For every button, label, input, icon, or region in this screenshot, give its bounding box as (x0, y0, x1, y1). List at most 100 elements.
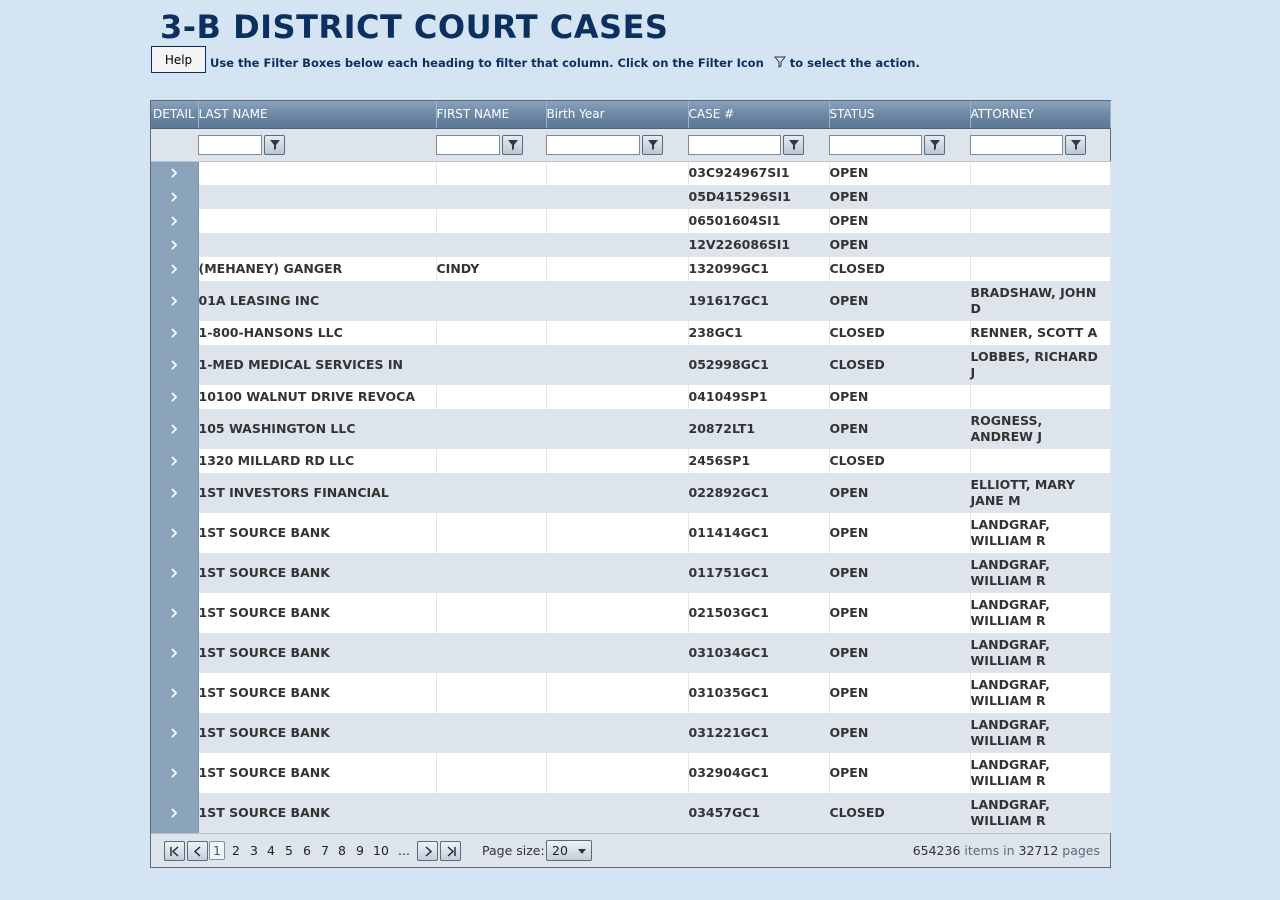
prev-page-button[interactable] (187, 841, 208, 861)
table-row: 105 WASHINGTON LLC 20872LT1 OPEN ROGNESS… (151, 409, 1111, 449)
status-cell: OPEN (829, 593, 971, 633)
detail-expand-button[interactable] (151, 633, 199, 673)
first-name-cell (436, 593, 547, 633)
page-number[interactable]: 4 (267, 843, 275, 858)
table-row: 1ST SOURCE BANK 011414GC1 OPEN LANDGRAF,… (151, 513, 1111, 553)
detail-expand-button[interactable] (151, 673, 199, 713)
page-number[interactable]: 10 (373, 843, 389, 858)
page-number[interactable]: 2 (232, 843, 240, 858)
chevron-right-icon (171, 392, 178, 402)
chevron-right-icon (171, 360, 178, 370)
status-cell: OPEN (829, 673, 971, 713)
detail-expand-button[interactable] (151, 257, 199, 281)
last-name-cell: 10100 WALNUT DRIVE REVOCA (198, 385, 437, 409)
attorney-filter-input[interactable] (970, 134, 1063, 155)
birth-year-filter-button[interactable] (642, 134, 663, 155)
column-header-birth-year[interactable]: Birth Year (546, 101, 689, 129)
cases-grid: DETAIL LAST NAME FIRST NAME Birth Year C… (150, 100, 1111, 868)
attorney-cell: LANDGRAF, WILLIAM R (970, 593, 1111, 633)
detail-expand-button[interactable] (151, 209, 199, 233)
status-filter-input[interactable] (829, 134, 922, 155)
page-number[interactable]: 3 (250, 843, 258, 858)
instructions: Use the Filter Boxes below each heading … (210, 56, 920, 70)
status-cell: CLOSED (829, 345, 971, 385)
attorney-cell: LANDGRAF, WILLIAM R (970, 753, 1111, 793)
column-header-status[interactable]: STATUS (829, 101, 971, 129)
chevron-right-icon (171, 768, 178, 778)
detail-expand-button[interactable] (151, 161, 199, 185)
attorney-cell (970, 385, 1111, 409)
last-name-cell: 1ST SOURCE BANK (198, 673, 437, 713)
page-number[interactable]: 8 (338, 843, 346, 858)
detail-expand-button[interactable] (151, 233, 199, 257)
case-number-cell: 2456SP1 (688, 449, 830, 473)
status-cell: OPEN (829, 409, 971, 449)
last-name-cell: 105 WASHINGTON LLC (198, 409, 437, 449)
last-name-cell: 1ST SOURCE BANK (198, 753, 437, 793)
first-name-filter-button[interactable] (502, 134, 523, 155)
last-name-cell: 1-MED MEDICAL SERVICES IN (198, 345, 437, 385)
filter-row (151, 128, 1110, 162)
attorney-cell: LANDGRAF, WILLIAM R (970, 513, 1111, 553)
column-header-case-number[interactable]: CASE # (688, 101, 830, 129)
page-number[interactable]: 5 (285, 843, 293, 858)
detail-expand-button[interactable] (151, 449, 199, 473)
help-button[interactable]: Help (151, 46, 206, 73)
first-page-icon (170, 846, 179, 857)
filter-cell-case-number (688, 128, 829, 162)
last-name-cell: (MEHANEY) GANGER (198, 257, 437, 281)
status-filter-button[interactable] (924, 134, 945, 155)
page-more[interactable]: ... (398, 843, 410, 858)
filter-cell-status (829, 128, 970, 162)
next-page-button[interactable] (417, 841, 438, 861)
detail-expand-button[interactable] (151, 553, 199, 593)
total-pages: 32712 (1018, 843, 1059, 858)
last-name-cell (198, 233, 437, 257)
attorney-cell (970, 161, 1111, 185)
detail-expand-button[interactable] (151, 793, 199, 833)
last-name-cell: 1ST SOURCE BANK (198, 593, 437, 633)
filter-cell-last-name (198, 128, 436, 162)
detail-expand-button[interactable] (151, 345, 199, 385)
last-name-cell (198, 185, 437, 209)
page-number[interactable]: 7 (321, 843, 329, 858)
page-number[interactable]: 9 (356, 843, 364, 858)
detail-expand-button[interactable] (151, 385, 199, 409)
table-row: 1ST SOURCE BANK 031221GC1 OPEN LANDGRAF,… (151, 713, 1111, 753)
detail-expand-button[interactable] (151, 321, 199, 345)
table-row: 06501604SI1 OPEN (151, 209, 1111, 233)
column-header-first-name[interactable]: FIRST NAME (436, 101, 547, 129)
page-number[interactable]: 6 (303, 843, 311, 858)
last-page-button[interactable] (440, 841, 461, 861)
birth-year-filter-input[interactable] (546, 134, 640, 155)
last-name-filter-button[interactable] (264, 134, 285, 155)
detail-expand-button[interactable] (151, 753, 199, 793)
first-name-cell (436, 553, 547, 593)
detail-expand-button[interactable] (151, 593, 199, 633)
page-size-select[interactable]: 20 (546, 840, 592, 861)
first-page-button[interactable] (164, 841, 185, 861)
status-cell: OPEN (829, 633, 971, 673)
detail-expand-button[interactable] (151, 281, 199, 321)
case-number-filter-input[interactable] (688, 134, 781, 155)
page-number-current[interactable]: 1 (209, 841, 225, 860)
case-number-cell: 031221GC1 (688, 713, 830, 753)
last-name-filter-input[interactable] (198, 134, 262, 155)
detail-expand-button[interactable] (151, 409, 199, 449)
column-header-attorney[interactable]: ATTORNEY (970, 101, 1111, 129)
first-name-filter-input[interactable] (436, 134, 500, 155)
detail-expand-button[interactable] (151, 713, 199, 753)
table-row: 1ST INVESTORS FINANCIAL 022892GC1 OPEN E… (151, 473, 1111, 513)
column-header-last-name[interactable]: LAST NAME (198, 101, 437, 129)
detail-expand-button[interactable] (151, 185, 199, 209)
detail-expand-button[interactable] (151, 473, 199, 513)
attorney-filter-button[interactable] (1065, 134, 1086, 155)
chevron-right-icon (171, 216, 178, 226)
first-name-cell (436, 385, 547, 409)
case-number-filter-button[interactable] (783, 134, 804, 155)
first-name-cell (436, 185, 547, 209)
first-name-cell (436, 633, 547, 673)
table-row: 12V226086SI1 OPEN (151, 233, 1111, 257)
birth-year-cell (546, 553, 689, 593)
detail-expand-button[interactable] (151, 513, 199, 553)
